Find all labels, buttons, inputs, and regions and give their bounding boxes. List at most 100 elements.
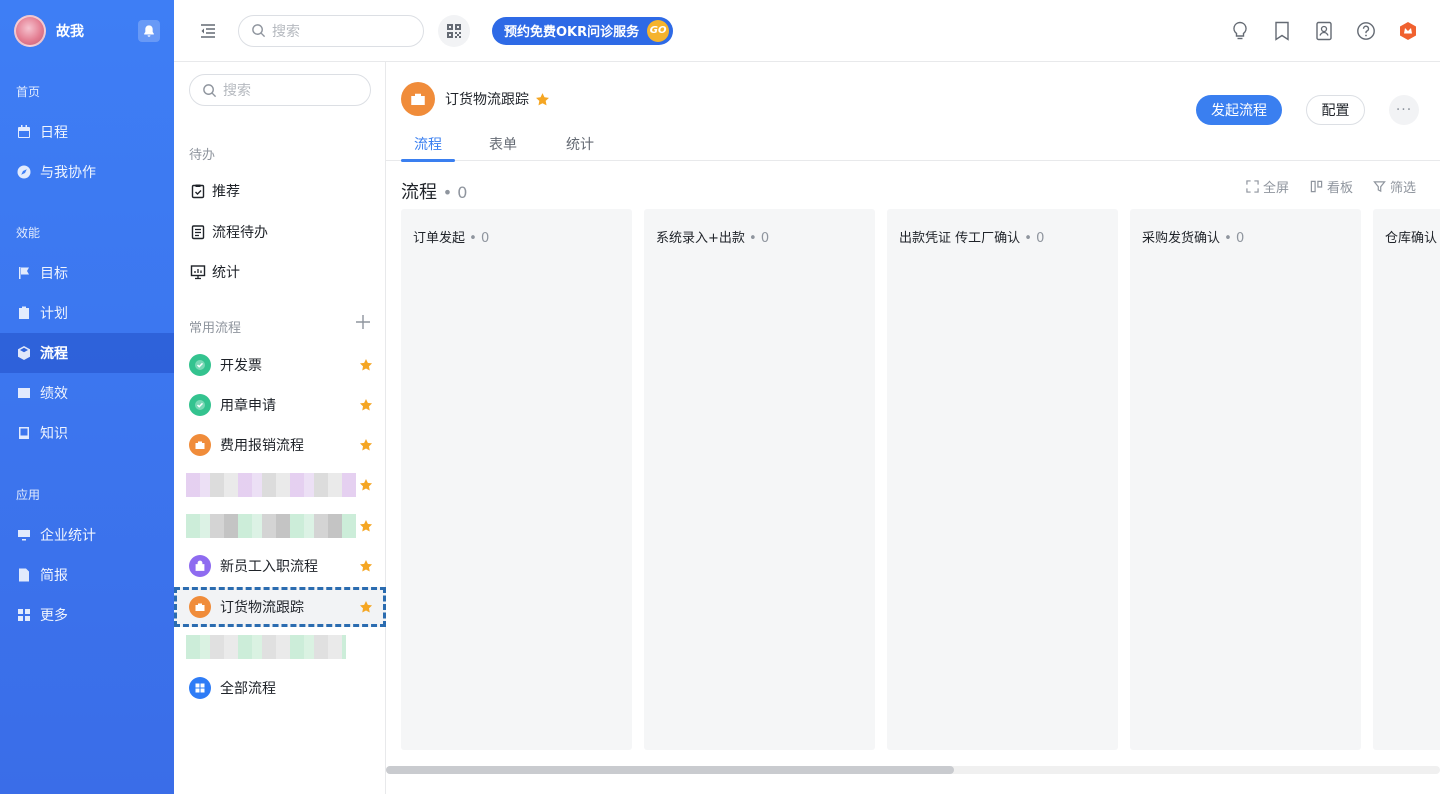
star-icon[interactable] <box>359 478 373 492</box>
username[interactable]: 故我 <box>56 21 138 41</box>
check-badge-icon <box>189 394 211 416</box>
kanban-column[interactable]: 采购发货确认 • 0 <box>1130 209 1361 750</box>
flow-item-expense[interactable]: 费用报销流程 <box>174 425 386 465</box>
config-button[interactable]: 配置 <box>1306 95 1365 125</box>
todo-item-label: 推荐 <box>212 184 240 200</box>
star-icon[interactable] <box>359 358 373 372</box>
kanban-column[interactable]: 系统录入+出款 • 0 <box>644 209 875 750</box>
process-tabs: 流程 表单 统计 <box>386 128 1440 162</box>
app-logo-icon[interactable] <box>1396 19 1420 43</box>
flow-label: 全部流程 <box>220 681 276 697</box>
contacts-icon[interactable] <box>1312 19 1336 43</box>
flow-label: 订货物流跟踪 <box>220 600 304 616</box>
star-icon[interactable] <box>359 519 373 533</box>
star-icon[interactable] <box>359 398 373 412</box>
redacted-block <box>186 514 356 538</box>
nav-item-more[interactable]: 更多 <box>0 595 174 635</box>
start-process-button[interactable]: 发起流程 <box>1196 95 1282 125</box>
kanban-label: 看板 <box>1327 181 1354 196</box>
add-flow-icon[interactable] <box>355 314 371 330</box>
top-right-icons <box>1228 19 1420 43</box>
nav-item-label: 更多 <box>40 608 68 624</box>
fullscreen-label: 全屏 <box>1263 181 1290 196</box>
avatar[interactable] <box>14 15 46 47</box>
todo-item-stats[interactable]: 统计 <box>174 252 386 292</box>
tab-form[interactable]: 表单 <box>489 134 517 161</box>
nav-item-briefing[interactable]: 简报 <box>0 555 174 595</box>
nav-item-schedule[interactable]: 日程 <box>0 112 174 152</box>
redacted-block <box>186 473 356 497</box>
flow-label: 用章申请 <box>220 398 276 414</box>
nav-item-label: 日程 <box>40 125 68 141</box>
lightbulb-icon[interactable] <box>1228 19 1252 43</box>
kanban-icon <box>1310 180 1323 193</box>
flow-item-redacted-1[interactable] <box>174 465 386 505</box>
nav-item-label: 简报 <box>40 568 68 584</box>
help-icon[interactable] <box>1354 19 1378 43</box>
nav-item-performance[interactable]: 绩效 <box>0 373 174 413</box>
star-icon[interactable] <box>535 92 550 107</box>
doc-icon <box>19 568 29 582</box>
search-icon <box>203 83 217 97</box>
column-title: 出款凭证 传工厂确认 • 0 <box>899 231 1045 246</box>
nav-item-process[interactable]: 流程 <box>0 333 174 373</box>
collapse-sidebar-icon[interactable] <box>196 19 220 43</box>
bag-icon <box>189 555 211 577</box>
scrollbar-thumb[interactable] <box>386 766 954 774</box>
monitor-icon <box>18 530 30 541</box>
star-icon[interactable] <box>359 438 373 452</box>
calendar-icon <box>18 125 30 138</box>
filter-label: 筛选 <box>1390 181 1417 196</box>
nav-item-collaboration[interactable]: 与我协作 <box>0 152 174 192</box>
flow-item-seal-request[interactable]: 用章申请 <box>174 385 386 425</box>
kanban-column[interactable]: 订单发起 • 0 <box>401 209 632 750</box>
horizontal-scrollbar[interactable] <box>386 766 1440 774</box>
nav-item-label: 计划 <box>40 306 68 322</box>
fullscreen-button[interactable]: 全屏 <box>1246 177 1289 196</box>
common-flows-section-title: 常用流程 <box>189 321 242 336</box>
book-icon <box>19 427 29 439</box>
okr-promo-button[interactable]: 预约免费OKR问诊服务 GO <box>492 16 674 45</box>
global-search-input[interactable]: 搜索 <box>238 14 424 47</box>
nav-item-label: 绩效 <box>40 386 68 402</box>
board-title: 流程 • 0 <box>401 178 467 204</box>
flow-item-redacted-3[interactable] <box>174 627 386 667</box>
tab-stats[interactable]: 统计 <box>566 134 594 161</box>
promo-label: 预约免费OKR问诊服务 <box>504 25 640 40</box>
qr-code-icon[interactable] <box>438 14 470 47</box>
filter-icon <box>1373 181 1386 193</box>
flow-item-onboarding[interactable]: 新员工入职流程 <box>174 546 386 586</box>
star-icon[interactable] <box>359 559 373 573</box>
search-placeholder: 搜索 <box>223 83 251 99</box>
todo-item-process-todo[interactable]: 流程待办 <box>174 212 386 252</box>
nav-item-label: 目标 <box>40 266 68 282</box>
presentation-chart-icon <box>190 265 206 280</box>
more-options-button[interactable]: ··· <box>1389 95 1419 125</box>
kanban-column[interactable]: 出款凭证 传工厂确认 • 0 <box>887 209 1118 750</box>
left-navigation: 故我 首页 日程 与我协作 效能 目标 计划 流程 绩效 知识 应用 企业统计 … <box>0 0 174 794</box>
nav-section-apps: 应用 <box>16 488 41 502</box>
nav-item-goals[interactable]: 目标 <box>0 253 174 293</box>
star-icon[interactable] <box>359 600 373 614</box>
process-main: 订货物流跟踪 发起流程 配置 ··· 流程 表单 统计 流程 • 0 全屏 看板… <box>386 62 1440 794</box>
flow-item-invoice[interactable]: 开发票 <box>174 345 386 385</box>
bookmark-icon[interactable] <box>1270 19 1294 43</box>
kanban-view-button[interactable]: 看板 <box>1310 177 1353 196</box>
nav-item-enterprise-stats[interactable]: 企业统计 <box>0 515 174 555</box>
nav-item-label: 与我协作 <box>40 165 96 181</box>
tab-flow[interactable]: 流程 <box>401 134 455 162</box>
process-search-input[interactable]: 搜索 <box>189 74 371 106</box>
all-flows-link[interactable]: 全部流程 <box>174 668 386 708</box>
nav-item-knowledge[interactable]: 知识 <box>0 413 174 453</box>
filter-button[interactable]: 筛选 <box>1373 177 1416 196</box>
kanban-column[interactable]: 仓库确认 <box>1373 209 1440 750</box>
todo-item-recommend[interactable]: 推荐 <box>174 171 386 211</box>
bell-icon[interactable] <box>138 20 160 42</box>
flow-item-redacted-2[interactable] <box>174 506 386 546</box>
flow-item-order-logistics[interactable]: 订货物流跟踪 <box>174 587 386 627</box>
nav-item-plan[interactable]: 计划 <box>0 293 174 333</box>
column-title: 订单发起 • 0 <box>413 231 490 246</box>
nav-item-label: 流程 <box>40 346 68 362</box>
kanban-board: 订单发起 • 0 系统录入+出款 • 0 出款凭证 传工厂确认 • 0 采购发货… <box>401 209 1440 750</box>
nav-section-efficiency: 效能 <box>16 226 41 240</box>
